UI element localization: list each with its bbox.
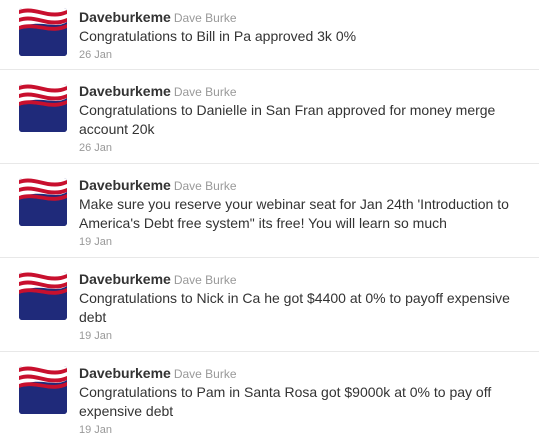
tweet-fullname[interactable]: Dave Burke [174,11,237,25]
american-flag-icon[interactable] [19,366,67,414]
tweet-timestamp[interactable]: 26 Jan [79,48,529,62]
tweet-item[interactable]: Daveburkeme Dave Burke Congratulations to… [0,258,539,352]
tweet-username[interactable]: Daveburkeme [79,83,171,99]
tweet-timestamp[interactable]: 19 Jan [79,235,529,249]
tweet-text: Congratulations to Pam in Santa Rosa got… [79,384,492,419]
tweet-fullname[interactable]: Dave Burke [174,273,237,287]
tweet-text: Congratulations to Nick in Ca he got $44… [79,290,510,325]
tweet-item[interactable]: Daveburkeme Dave Burke Make sure you rese… [0,164,539,258]
tweet-text: Congratulations to Danielle in San Fran … [79,102,496,137]
tweet-fullname[interactable]: Dave Burke [174,179,237,193]
tweet-timestamp[interactable]: 19 Jan [79,423,529,437]
tweet-username[interactable]: Daveburkeme [79,9,171,25]
tweet-item[interactable]: Daveburkeme Dave Burke Congratulations to… [0,0,539,70]
tweet-text: Congratulations to Bill in Pa approved 3… [79,28,357,44]
tweet-fullname[interactable]: Dave Burke [174,367,237,381]
tweet-text: Make sure you reserve your webinar seat … [79,196,509,231]
tweet-item[interactable]: Daveburkeme Dave Burke Congratulations to… [0,70,539,164]
tweet-username[interactable]: Daveburkeme [79,177,171,193]
tweet-timestamp[interactable]: 26 Jan [79,141,529,155]
tweet-timestamp[interactable]: 19 Jan [79,329,529,343]
tweet-username[interactable]: Daveburkeme [79,365,171,381]
american-flag-icon[interactable] [19,272,67,320]
american-flag-icon[interactable] [19,84,67,132]
tweet-item[interactable]: Daveburkeme Dave Burke Congratulations to… [0,352,539,448]
american-flag-icon[interactable] [19,8,67,56]
tweet-fullname[interactable]: Dave Burke [174,85,237,99]
american-flag-icon[interactable] [19,178,67,226]
tweet-username[interactable]: Daveburkeme [79,271,171,287]
